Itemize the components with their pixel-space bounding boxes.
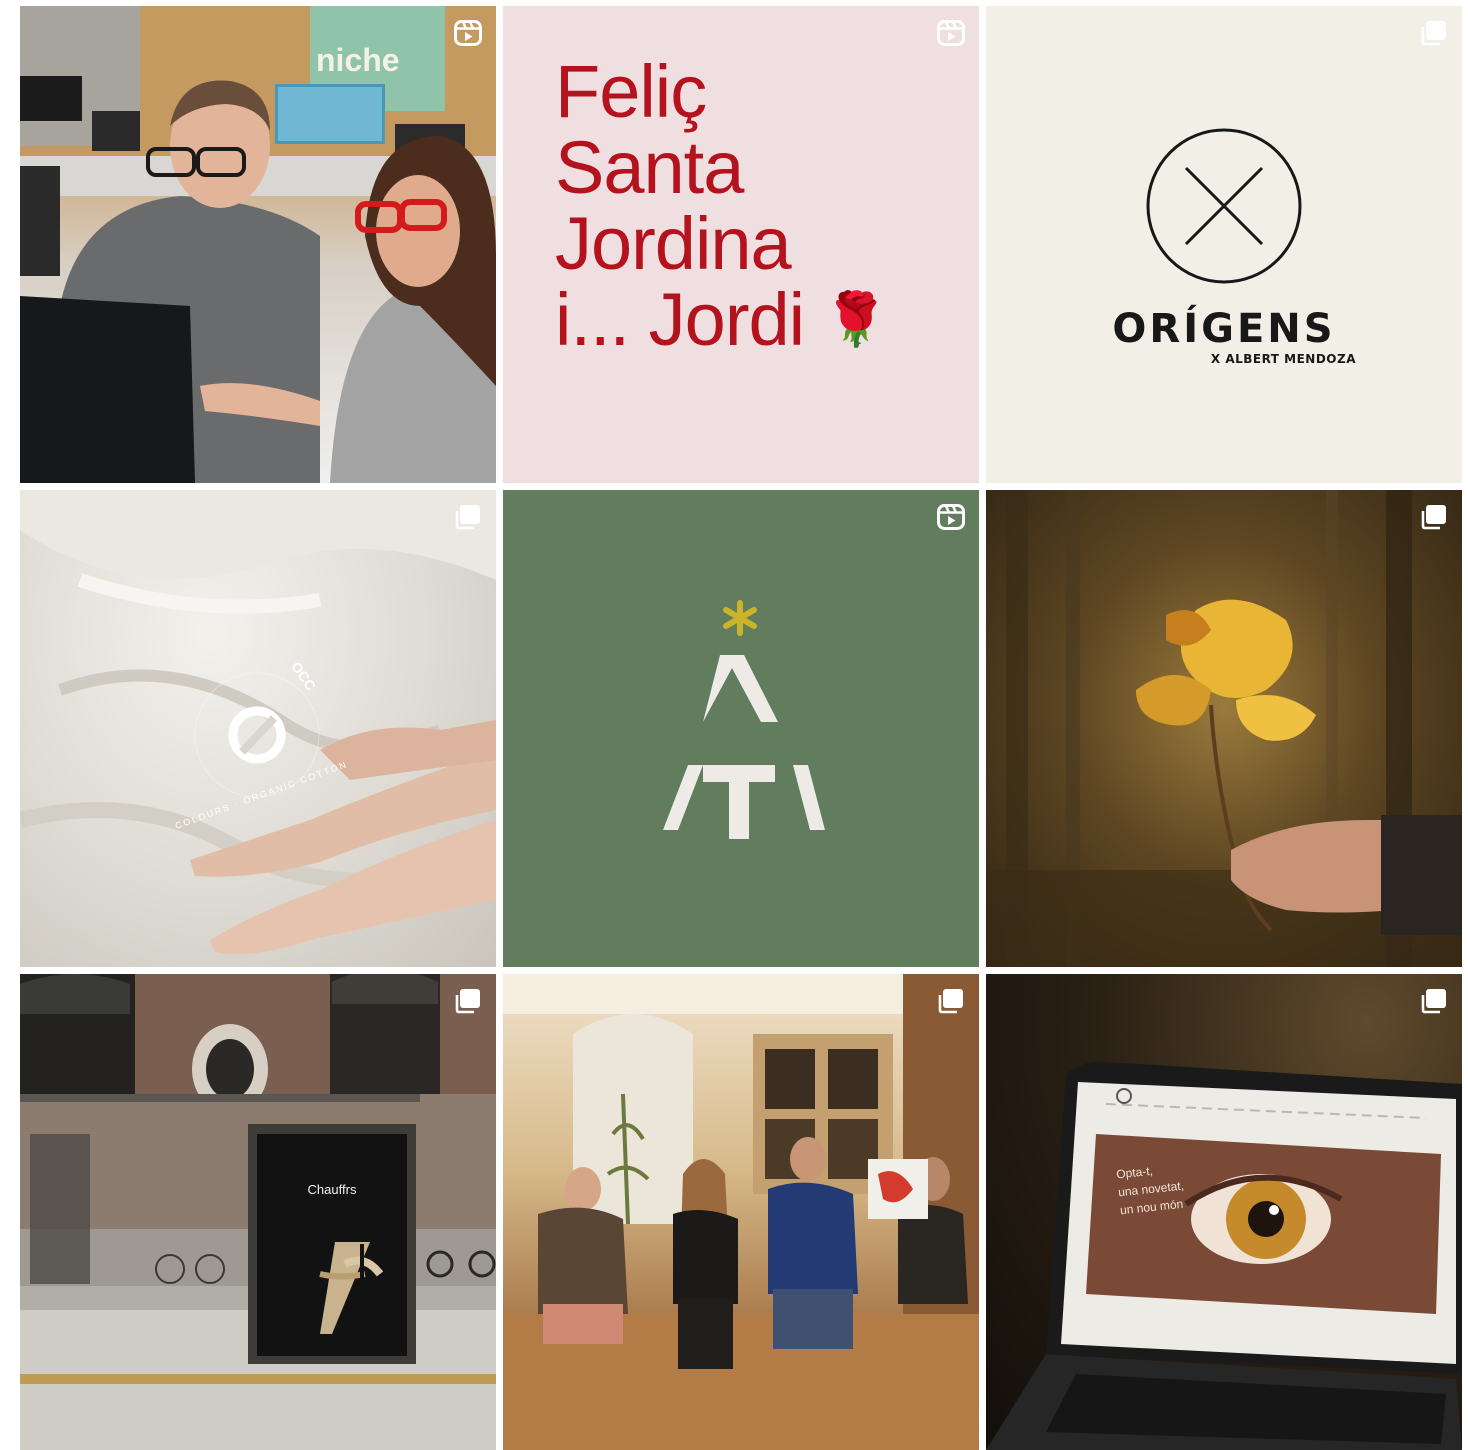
autumn-leaf-photo (986, 490, 1462, 967)
laptop-photo (986, 1061, 1462, 1450)
poster: Chauffrs (257, 1134, 407, 1356)
headline-line-2: Santa (555, 126, 744, 209)
post-tile-green-logo[interactable] (503, 490, 979, 967)
event-photo (503, 974, 979, 1450)
carousel-icon (454, 504, 482, 530)
post-tile-office[interactable]: niche (20, 6, 496, 483)
reel-icon (454, 20, 482, 46)
poster-title: Chauffrs (307, 1182, 357, 1197)
post-tile-autumn-leaf[interactable] (986, 490, 1462, 967)
origens-circle-x-logo (1146, 128, 1302, 284)
rose-emoji: 🌹 (823, 291, 889, 349)
origens-subtitle: X ALBERT MENDOZA (1210, 352, 1356, 366)
post-tile-laptop-website[interactable]: Opta-t, una novetat, un nou món (986, 974, 1462, 1450)
headline-line-4-text: i... Jordi (555, 278, 805, 361)
post-tile-origens[interactable]: ORÍGENS X ALBERT MENDOZA (986, 6, 1462, 483)
carousel-icon (937, 988, 965, 1014)
website-hero-text: Opta-t, una novetat, un nou món (1115, 1159, 1186, 1220)
carousel-icon (1420, 988, 1448, 1014)
post-tile-organic-cotton[interactable]: OCC COLOURS · ORGANIC COTTON (20, 490, 496, 967)
profile-post-grid: niche Feliç Santa Jordina i... Jordi 🌹 O… (20, 6, 1462, 1450)
ati-logo (663, 600, 825, 839)
post-tile-santa-jordi[interactable]: Feliç Santa Jordina i... Jordi 🌹 (503, 6, 979, 483)
reel-icon (937, 504, 965, 530)
headline-line-4: i... Jordi 🌹 (555, 282, 889, 358)
headline-line-3: Jordina (555, 202, 792, 285)
post-tile-event-panel[interactable] (503, 974, 979, 1450)
santa-jordi-headline: Feliç Santa Jordina i... Jordi 🌹 (555, 50, 889, 358)
carousel-icon (1420, 20, 1448, 46)
office-photo (20, 6, 496, 483)
post-tile-bus-stop-poster[interactable]: Chauffrs (20, 974, 496, 1450)
carousel-icon (454, 988, 482, 1014)
carousel-icon (1420, 504, 1448, 530)
reel-icon (937, 20, 965, 46)
niche-sign: niche (316, 42, 400, 78)
headline-line-1: Feliç (555, 50, 707, 133)
origens-title: ORÍGENS (1112, 306, 1336, 352)
